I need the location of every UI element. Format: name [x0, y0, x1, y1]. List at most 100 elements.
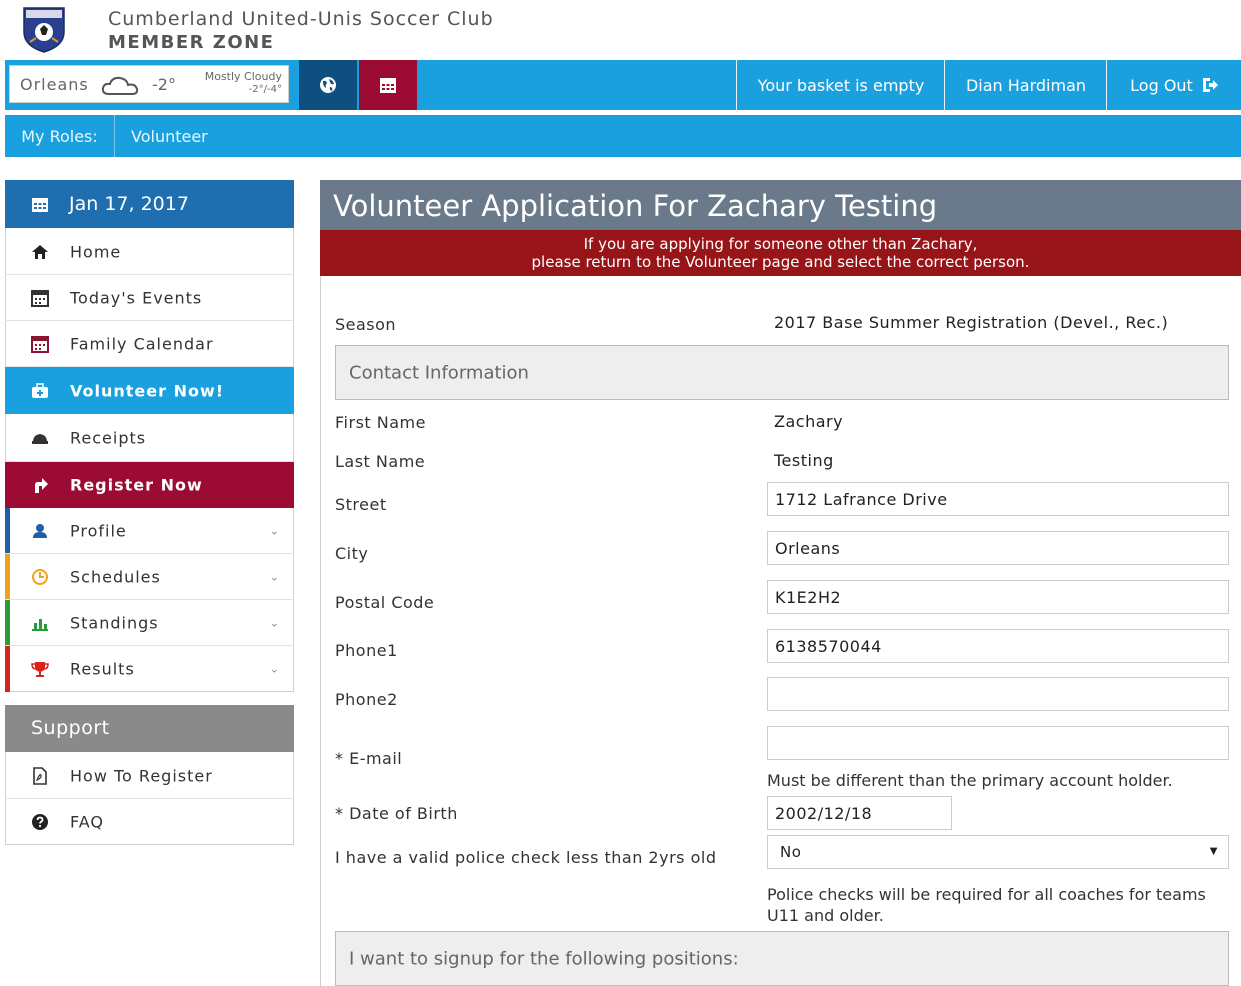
role-volunteer[interactable]: Volunteer	[131, 115, 208, 157]
member-zone-title: MEMBER ZONE	[108, 32, 275, 53]
roles-label: My Roles:	[5, 115, 115, 157]
section-title: Contact Information	[349, 362, 529, 383]
sidebar-item-label: Volunteer Now!	[70, 381, 225, 400]
support-header: Support	[5, 705, 294, 752]
last-name-value: Testing	[774, 451, 834, 470]
question-icon	[32, 814, 48, 830]
weather-widget: Orleans -2° Mostly Cloudy -2°/-4°	[9, 65, 289, 103]
calendar-icon	[31, 289, 49, 307]
city-input[interactable]	[767, 531, 1229, 565]
logout-button[interactable]: Log Out	[1106, 60, 1241, 110]
section-title: I want to signup for the following posit…	[349, 948, 739, 969]
chevron-down-icon: ⌄	[269, 662, 280, 676]
sidebar-item-profile[interactable]: Profile ⌄	[5, 508, 294, 554]
sidebar-item-label: Today's Events	[70, 288, 203, 307]
support-item-faq[interactable]: FAQ	[5, 799, 294, 845]
last-name-label: Last Name	[335, 452, 426, 471]
sidebar-item-label: FAQ	[70, 812, 104, 832]
money-icon	[32, 433, 48, 444]
sidebar-item-label: Results	[70, 659, 135, 679]
email-note: Must be different than the primary accou…	[767, 771, 1173, 790]
sidebar-item-home[interactable]: Home	[5, 229, 294, 275]
weather-temperature: -2°	[152, 75, 176, 94]
sidebar-date-header: Jan 17, 2017	[5, 180, 294, 228]
chevron-down-icon: ⌄	[269, 570, 280, 583]
calendar-icon	[380, 78, 396, 93]
date-of-birth-label: * Date of Birth	[335, 804, 458, 823]
sidebar-item-label: Home	[70, 242, 122, 261]
first-name-label: First Name	[335, 413, 426, 432]
calendar-icon	[32, 198, 48, 212]
sidebar-item-schedules[interactable]: Schedules ⌄	[5, 554, 294, 600]
sidebar-item-label: Register Now	[70, 475, 203, 495]
postal-code-input[interactable]	[767, 580, 1229, 614]
medkit-icon	[32, 382, 48, 398]
club-name: Cumberland United-Unis Soccer Club	[108, 8, 494, 30]
chart-icon	[32, 618, 48, 631]
postal-code-label: Postal Code	[335, 593, 435, 612]
chevron-down-icon: ⌄	[269, 524, 280, 537]
logout-icon	[1202, 78, 1218, 92]
sidebar-item-volunteer-now[interactable]: Volunteer Now!	[5, 367, 294, 414]
arrow-icon	[35, 478, 48, 493]
first-name-value: Zachary	[774, 412, 844, 431]
sidebar-item-label: Profile	[70, 521, 127, 540]
street-input[interactable]	[767, 482, 1229, 516]
calendar-button[interactable]	[359, 60, 417, 110]
sidebar-item-label: Schedules	[70, 567, 161, 586]
sidebar-item-family-calendar[interactable]: Family Calendar	[5, 321, 294, 367]
page-title: Volunteer Application For Zachary Testin…	[320, 180, 1241, 230]
globe-icon	[320, 77, 336, 93]
sidebar-item-register-now[interactable]: Register Now	[5, 462, 294, 508]
email-label: * E-mail	[335, 749, 403, 768]
police-check-note: Police checks will be required for all c…	[767, 885, 1206, 925]
email-input[interactable]	[767, 726, 1229, 760]
user-name-link[interactable]: Dian Hardiman	[944, 60, 1107, 110]
city-label: City	[335, 544, 369, 563]
season-label: Season	[335, 315, 397, 334]
phone1-input[interactable]	[767, 629, 1229, 663]
weather-range: -2°/-4°	[248, 84, 282, 95]
basket-status[interactable]: Your basket is empty	[736, 60, 945, 110]
date-of-birth-input[interactable]	[767, 796, 952, 830]
weather-city: Orleans	[20, 75, 89, 94]
weather-condition: Mostly Cloudy	[204, 70, 282, 83]
dropdown-arrow-icon: ▼	[1209, 846, 1218, 857]
trophy-icon	[31, 662, 49, 677]
clock-icon	[32, 568, 48, 585]
police-check-selected: No	[780, 843, 802, 861]
positions-section: I want to signup for the following posit…	[335, 931, 1229, 986]
sidebar-item-label: Family Calendar	[70, 334, 214, 353]
warning-line-1: If you are applying for someone other th…	[583, 235, 978, 253]
support-title: Support	[31, 717, 110, 739]
globe-button[interactable]	[299, 60, 357, 110]
sidebar-item-receipts[interactable]: Receipts	[5, 414, 294, 462]
police-check-label: I have a valid police check less than 2y…	[335, 848, 717, 867]
club-logo	[23, 7, 65, 53]
chevron-down-icon: ⌄	[269, 616, 280, 629]
cloud-icon	[101, 76, 139, 95]
season-value: 2017 Base Summer Registration (Devel., R…	[774, 313, 1169, 332]
street-label: Street	[335, 495, 387, 514]
page-title-text: Volunteer Application For Zachary Testin…	[333, 189, 938, 223]
phone2-label: Phone2	[335, 690, 398, 709]
phone2-input[interactable]	[767, 677, 1229, 711]
pdf-icon	[33, 766, 47, 785]
current-date: Jan 17, 2017	[69, 193, 189, 215]
phone1-label: Phone1	[335, 641, 398, 660]
home-icon	[32, 244, 48, 259]
logout-label: Log Out	[1130, 75, 1193, 95]
contact-information-section: Contact Information	[335, 345, 1229, 400]
sidebar-item-label: How To Register	[70, 766, 213, 785]
sidebar-item-standings[interactable]: Standings ⌄	[5, 600, 294, 646]
calendar-icon	[31, 335, 49, 353]
warning-banner: If you are applying for someone other th…	[320, 230, 1241, 276]
sidebar-item-label: Receipts	[70, 428, 147, 447]
police-check-select[interactable]: No ▼	[767, 835, 1229, 869]
warning-line-2: please return to the Volunteer page and …	[531, 253, 1030, 271]
sidebar-item-results[interactable]: Results ⌄	[5, 646, 294, 692]
sidebar-item-todays-events[interactable]: Today's Events	[5, 275, 294, 321]
support-item-how-to-register[interactable]: How To Register	[5, 753, 294, 799]
user-icon	[33, 523, 47, 538]
sidebar-item-label: Standings	[70, 613, 159, 632]
